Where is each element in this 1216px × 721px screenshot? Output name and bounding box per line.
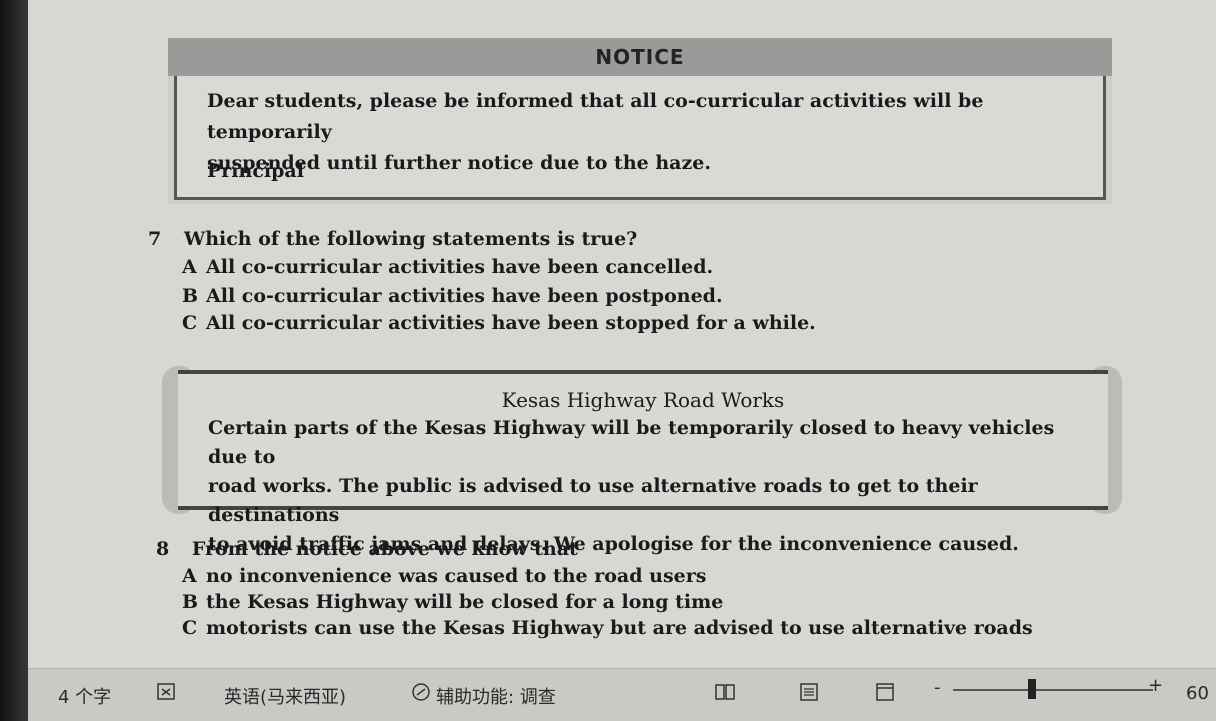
question-7: 7 Which of the following statements is t… bbox=[148, 228, 637, 250]
option-7b: B All co-curricular activities have been … bbox=[182, 285, 723, 307]
option-text: motorists can use the Kesas Highway but … bbox=[206, 617, 1033, 639]
option-7c: C All co-curricular activities have been … bbox=[182, 312, 816, 334]
notice-signature: Principal bbox=[207, 160, 304, 182]
option-text: All co-curricular activities have been p… bbox=[206, 285, 723, 307]
zoom-level[interactable]: 60 bbox=[1186, 683, 1209, 704]
zoom-slider-track[interactable] bbox=[953, 689, 1153, 691]
option-letter: A bbox=[182, 256, 197, 278]
option-text: All co-curricular activities have been s… bbox=[206, 312, 816, 334]
read-mode-icon[interactable] bbox=[714, 681, 736, 703]
road-works-title: Kesas Highway Road Works bbox=[501, 388, 785, 412]
notice-line-2: suspended until further notice due to th… bbox=[207, 152, 711, 174]
status-bar: 4 个字 英语(马来西亚) 辅助功能: 调查 - + 60 bbox=[28, 668, 1216, 721]
option-text: the Kesas Highway will be closed for a l… bbox=[206, 591, 724, 613]
notice-title: NOTICE bbox=[595, 45, 685, 69]
option-letter: C bbox=[182, 312, 198, 334]
zoom-slider-thumb[interactable] bbox=[1028, 679, 1036, 699]
road-works-notice: Kesas Highway Road Works Certain parts o… bbox=[178, 370, 1108, 555]
notice-box: NOTICE Dear students, please be informed… bbox=[168, 38, 1112, 204]
road-works-line-1: Certain parts of the Kesas Highway will … bbox=[208, 417, 1055, 468]
language-indicator[interactable]: 英语(马来西亚) bbox=[224, 683, 346, 709]
word-count[interactable]: 4 个字 bbox=[58, 683, 111, 709]
notice-body: Dear students, please be informed that a… bbox=[174, 76, 1106, 200]
question-number: 7 bbox=[148, 228, 162, 250]
notice-text: Dear students, please be informed that a… bbox=[207, 86, 1087, 179]
question-prompt: Which of the following statements is tru… bbox=[183, 228, 638, 250]
road-works-line-2: road works. The public is advised to use… bbox=[208, 475, 978, 526]
option-8a: Ano inconvenience was caused to the road… bbox=[182, 565, 706, 587]
zoom-in-button[interactable]: + bbox=[1148, 675, 1163, 696]
accessibility-icon[interactable] bbox=[410, 681, 432, 703]
option-letter: B bbox=[182, 591, 199, 613]
accessibility-status[interactable]: 辅助功能: 调查 bbox=[436, 683, 556, 709]
option-letter: B bbox=[182, 285, 199, 307]
question-prompt: From the notice above we know that bbox=[191, 538, 578, 560]
document-page: · · · · · · · · NOTICE Dear students, pl… bbox=[28, 0, 1216, 668]
proofing-icon[interactable] bbox=[156, 681, 178, 703]
web-layout-icon[interactable] bbox=[874, 681, 896, 703]
option-letter: C bbox=[182, 617, 198, 639]
notice-line-1: Dear students, please be informed that a… bbox=[207, 90, 984, 143]
option-7a: A All co-curricular activities have been … bbox=[182, 256, 713, 278]
option-text: no inconvenience was caused to the road … bbox=[206, 565, 707, 587]
option-8c: Cmotorists can use the Kesas Highway but… bbox=[182, 617, 1033, 639]
zoom-out-button[interactable]: - bbox=[934, 677, 941, 698]
option-text: All co-curricular activities have been c… bbox=[206, 256, 714, 278]
monitor-bezel bbox=[0, 0, 30, 721]
notice-header: NOTICE bbox=[168, 38, 1112, 76]
question-number: 8 bbox=[156, 538, 170, 560]
question-8: 8 From the notice above we know that bbox=[156, 538, 578, 560]
print-layout-icon[interactable] bbox=[798, 681, 820, 703]
option-8b: Bthe Kesas Highway will be closed for a … bbox=[182, 591, 723, 613]
option-letter: A bbox=[182, 565, 197, 587]
